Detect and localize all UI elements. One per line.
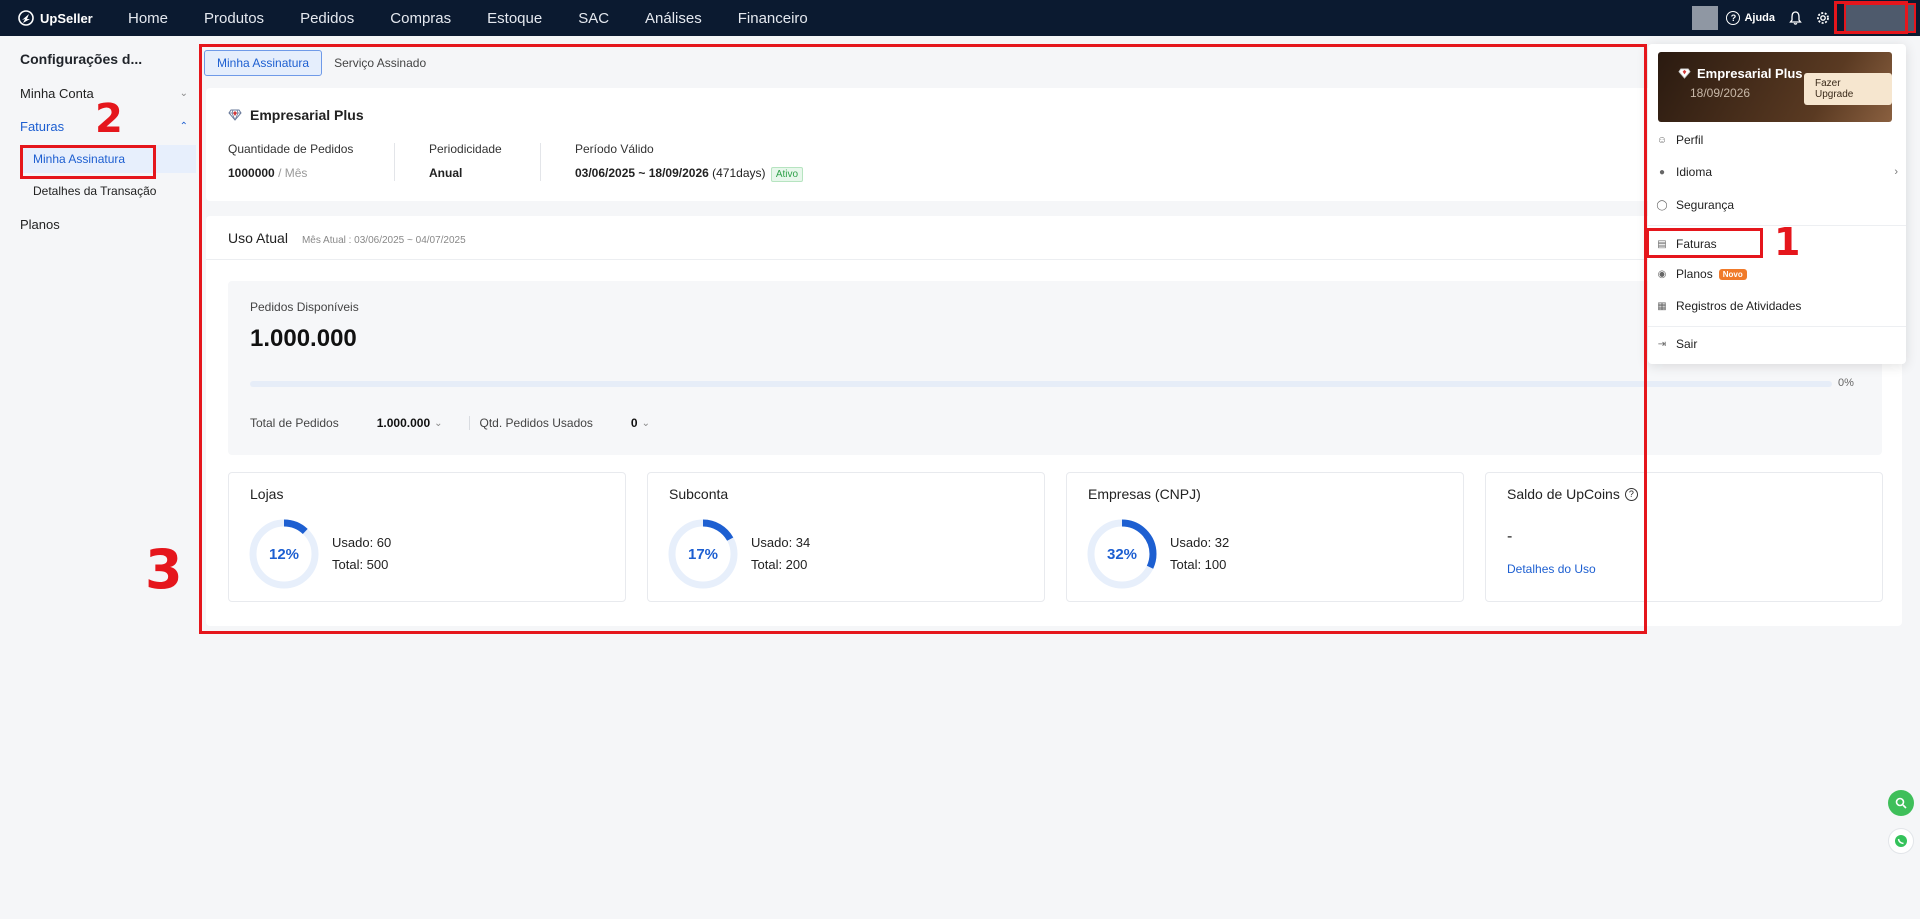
help-icon: ? <box>1726 11 1741 25</box>
nav-estoque[interactable]: Estoque <box>487 10 542 27</box>
brand-logo[interactable]: UpSeller <box>0 10 128 26</box>
menu-item-perfil[interactable]: ☺ Perfil <box>1656 128 1898 152</box>
menu-item-label: Planos <box>1676 267 1713 281</box>
nav-financeiro[interactable]: Financeiro <box>738 10 808 27</box>
sidebar-item-label: Minha Conta <box>20 86 94 101</box>
sidebar-subitem-detalhes-transacao[interactable]: Detalhes da Transação <box>20 177 196 205</box>
search-icon <box>1895 797 1907 809</box>
user-dropdown-menu: Empresarial Plus 18/09/2026 Fazer Upgrad… <box>1648 44 1906 364</box>
menu-item-label: Sair <box>1676 337 1698 351</box>
diamond-icon <box>1678 68 1691 79</box>
help-button[interactable]: ? Ajuda <box>1726 11 1775 25</box>
nav-produtos[interactable]: Produtos <box>204 10 264 27</box>
menu-item-label: Idioma <box>1676 165 1713 179</box>
menu-item-planos[interactable]: ◉ Planos Novo <box>1656 262 1898 286</box>
sidebar-item-planos[interactable]: Planos <box>20 217 190 232</box>
annotation-number-2: 2 <box>95 96 123 142</box>
top-nav: UpSeller Home Produtos Pedidos Compras E… <box>0 0 1920 36</box>
whatsapp-icon <box>1895 835 1907 847</box>
annotation-number-3: 3 <box>145 538 183 601</box>
help-label: Ajuda <box>1744 12 1775 24</box>
shield-icon: ◯ <box>1656 199 1668 211</box>
menu-item-seguranca[interactable]: ◯ Segurança <box>1656 193 1898 217</box>
menu-item-idioma[interactable]: ● Idioma › <box>1656 160 1898 184</box>
sidebar-item-label: Faturas <box>20 119 65 134</box>
dropdown-plan-header: Empresarial Plus 18/09/2026 Fazer Upgrad… <box>1658 52 1892 122</box>
menu-item-label: Registros de Atividades <box>1676 299 1802 313</box>
main-menu: Home Produtos Pedidos Compras Estoque SA… <box>128 0 844 36</box>
annotation-number-1: 1 <box>1774 220 1801 264</box>
sidebar-title: Configurações d... <box>20 51 143 67</box>
log-icon: ▦ <box>1657 300 1667 312</box>
annotation-box-content <box>199 44 1647 634</box>
chevron-up-icon: ⌃ <box>179 121 188 132</box>
menu-item-registros[interactable]: ▦ Registros de Atividades <box>1656 294 1898 318</box>
bell-icon[interactable] <box>1789 11 1802 25</box>
menu-item-label: Segurança <box>1676 198 1735 212</box>
orders-progress-percent: 0% <box>1838 377 1854 389</box>
annotation-box-minha-assinatura <box>20 145 156 179</box>
store-thumbnail[interactable] <box>1692 6 1719 30</box>
dropdown-plan: Empresarial Plus <box>1678 66 1803 81</box>
nav-compras[interactable]: Compras <box>390 10 451 27</box>
new-badge: Novo <box>1718 268 1747 280</box>
annotation-box-faturas <box>1646 228 1763 258</box>
globe-icon: ● <box>1658 166 1666 178</box>
search-fab[interactable] <box>1888 790 1914 816</box>
chevron-right-icon: › <box>1894 166 1898 178</box>
divider <box>1648 326 1906 327</box>
user-icon: ☺ <box>1656 134 1668 146</box>
annotation-box-avatar <box>1834 1 1908 34</box>
dropdown-plan-date: 18/09/2026 <box>1690 86 1751 100</box>
menu-item-label: Perfil <box>1676 133 1704 147</box>
chevron-down-icon: ⌄ <box>179 88 188 99</box>
menu-item-sair[interactable]: ⇥ Sair <box>1656 332 1898 356</box>
eye-icon: ◉ <box>1657 268 1667 280</box>
sidebar-item-label: Planos <box>20 217 60 232</box>
nav-home[interactable]: Home <box>128 10 168 27</box>
nav-sac[interactable]: SAC <box>578 10 609 27</box>
whatsapp-fab[interactable] <box>1888 828 1914 854</box>
upgrade-button[interactable]: Fazer Upgrade <box>1804 73 1892 105</box>
dropdown-plan-name: Empresarial Plus <box>1697 66 1803 81</box>
nav-analises[interactable]: Análises <box>645 10 702 27</box>
gear-icon[interactable] <box>1816 11 1830 25</box>
brand-name: UpSeller <box>40 10 93 26</box>
nav-pedidos[interactable]: Pedidos <box>300 10 354 27</box>
upseller-logo-icon <box>18 10 34 26</box>
logout-icon: ⇥ <box>1657 338 1667 350</box>
